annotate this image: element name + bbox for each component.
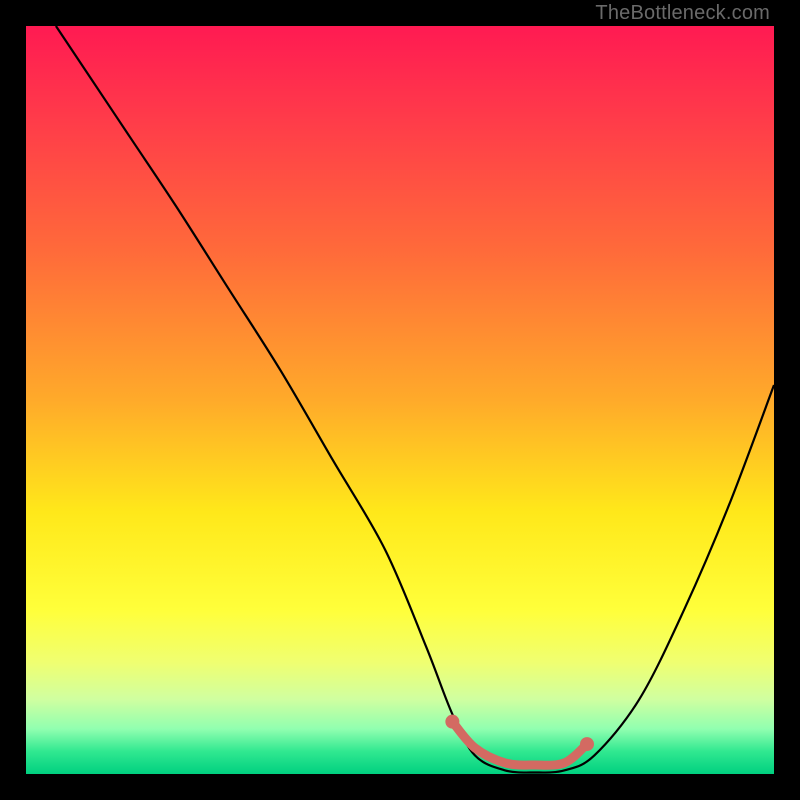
highlight-endpoint-right	[580, 737, 594, 751]
bottleneck-curve	[56, 26, 774, 773]
attribution-text: TheBottleneck.com	[595, 2, 770, 25]
frame-bottom	[0, 774, 800, 800]
frame-right	[774, 0, 800, 800]
highlight-segment	[452, 722, 587, 766]
frame-left	[0, 0, 26, 800]
chart-container: TheBottleneck.com	[0, 0, 800, 800]
highlight-endpoint-left	[445, 715, 459, 729]
chart-svg	[26, 26, 774, 774]
